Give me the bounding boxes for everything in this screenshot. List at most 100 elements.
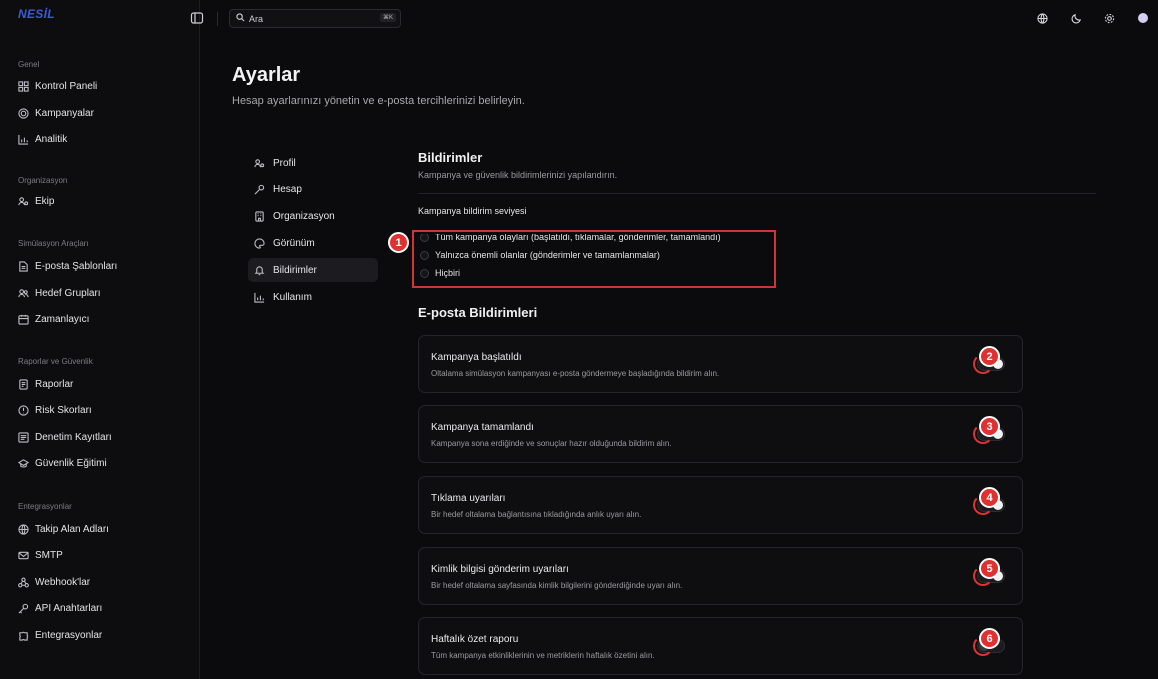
- annotation-badge: 4: [979, 487, 1000, 508]
- sidebar-item-smtp[interactable]: SMTP: [14, 545, 190, 565]
- card-description: Kampanya sona erdiğinde ve sonuçlar hazı…: [431, 439, 672, 448]
- settings-nav-label: Hesap: [273, 183, 302, 195]
- topbar: Ara ⌘K: [190, 0, 1158, 36]
- palette-icon: [254, 237, 265, 249]
- globe-icon: [18, 523, 29, 535]
- sidebar-item-webhooklar[interactable]: Webhook'lar: [14, 572, 190, 592]
- gear-icon[interactable]: [1102, 11, 1116, 25]
- card-title: Kimlik bilgisi gönderim uyarıları: [431, 564, 569, 575]
- mail-icon: [18, 550, 29, 561]
- card-description: Oltalama simülasyon kampanyası e-posta g…: [431, 369, 720, 378]
- sidebar-item-label: Hedef Grupları: [35, 287, 101, 299]
- sidebar-item-label: SMTP: [35, 549, 63, 561]
- settings-nav-label: Organizasyon: [273, 210, 335, 222]
- notification-card-credential-alerts: Kimlik bilgisi gönderim uyarıları Bir he…: [418, 547, 1023, 605]
- card-description: Tüm kampanya etkinliklerinin ve metrikle…: [431, 651, 655, 660]
- settings-nav-label: Profil: [273, 157, 296, 169]
- sidebar-item-takip-alan-adlari[interactable]: Takip Alan Adları: [14, 519, 190, 539]
- card-title: Kampanya tamamlandı: [431, 422, 534, 433]
- search-icon: [236, 13, 245, 24]
- search-input[interactable]: Ara ⌘K: [229, 9, 401, 28]
- settings-nav-bildirimler[interactable]: Bildirimler: [248, 258, 378, 282]
- globe-icon[interactable]: [1035, 11, 1049, 25]
- annotation-badge: 6: [979, 628, 1000, 649]
- sidebar-item-raporlar[interactable]: Raporlar: [14, 374, 190, 394]
- settings-nav-label: Bildirimler: [273, 264, 317, 276]
- sidebar-item-ekip[interactable]: Ekip: [14, 191, 190, 211]
- webhook-icon: [18, 577, 29, 588]
- section-divider: [418, 193, 1096, 194]
- brand-logo[interactable]: NESİL: [18, 7, 55, 21]
- sidebar-section-title: Genel: [18, 60, 40, 69]
- sidebar-item-denetim-kayitlari[interactable]: Denetim Kayıtları: [14, 427, 190, 447]
- sidebar-item-label: Risk Skorları: [35, 404, 92, 416]
- sidebar-item-entegrasyonlar[interactable]: Entegrasyonlar: [14, 625, 190, 645]
- sidebar-section-title: Organizasyon: [18, 176, 68, 185]
- search-placeholder: Ara: [249, 13, 264, 24]
- sidebar-section-title: Simülasyon Araçları: [18, 239, 89, 248]
- page-subtitle: Hesap ayarlarınızı yönetin ve e-posta te…: [232, 95, 525, 107]
- notifications-subtitle: Kampanya ve güvenlik bildirimlerinizi ya…: [418, 170, 618, 180]
- settings-nav-organizasyon[interactable]: Organizasyon: [248, 204, 378, 228]
- notification-card-weekly-summary: Haftalık özet raporu Tüm kampanya etkinl…: [418, 617, 1023, 675]
- sidebar-section-title: Entegrasyonlar: [18, 502, 72, 511]
- bell-icon: [254, 265, 265, 276]
- file-icon: [18, 260, 29, 272]
- user-icon: [254, 158, 265, 169]
- sidebar-item-label: API Anahtarları: [35, 602, 103, 614]
- sidebar-item-label: Denetim Kayıtları: [35, 431, 112, 443]
- annotation-badge: 2: [979, 346, 1000, 367]
- annotation-badge: 5: [979, 558, 1000, 579]
- puzzle-icon: [18, 630, 29, 641]
- sidebar-item-guvenlik-egitimi[interactable]: Güvenlik Eğitimi: [14, 453, 190, 473]
- sidebar-item-label: E-posta Şablonları: [35, 260, 118, 272]
- sidebar-item-label: Kontrol Paneli: [35, 80, 98, 92]
- settings-nav-label: Kullanım: [273, 291, 312, 303]
- settings-nav-gorunum[interactable]: Görünüm: [248, 231, 378, 255]
- notification-card-campaign-completed: Kampanya tamamlandı Kampanya sona erdiği…: [418, 405, 1023, 463]
- sidebar-item-api-anahtarlari[interactable]: API Anahtarları: [14, 598, 190, 618]
- sidebar-item-risk-skorlari[interactable]: Risk Skorları: [14, 400, 190, 420]
- sidebar-item-label: Güvenlik Eğitimi: [35, 457, 107, 469]
- notification-card-campaign-started: Kampanya başlatıldı Oltalama simülasyon …: [418, 335, 1023, 393]
- sidebar-item-label: Analitik: [35, 133, 68, 145]
- users-icon: [18, 196, 29, 207]
- settings-nav-hesap[interactable]: Hesap: [248, 177, 378, 201]
- highlight-box: [412, 230, 776, 288]
- sidebar: NESİL Genel Kontrol Paneli Kampanyalar A…: [0, 0, 200, 679]
- sidebar-item-analitik[interactable]: Analitik: [14, 129, 190, 149]
- notifications-title: Bildirimler: [418, 150, 483, 165]
- annotation-badge: 3: [979, 416, 1000, 437]
- sidebar-item-label: Zamanlayıcı: [35, 313, 90, 325]
- sidebar-item-e-posta-sablonlari[interactable]: E-posta Şablonları: [14, 256, 190, 276]
- sidebar-item-label: Webhook'lar: [35, 576, 91, 588]
- calendar-icon: [18, 314, 29, 325]
- sidebar-toggle-icon[interactable]: [190, 11, 204, 25]
- card-title: Kampanya başlatıldı: [431, 352, 522, 363]
- sidebar-section-title: Raporlar ve Güvenlik: [18, 357, 93, 366]
- settings-nav-kullanim[interactable]: Kullanım: [248, 285, 378, 309]
- notification-card-click-alerts: Tıklama uyarıları Bir hedef oltalama bağ…: [418, 476, 1023, 534]
- moon-icon[interactable]: [1069, 11, 1083, 25]
- settings-nav-profil[interactable]: Profil: [248, 151, 378, 175]
- sidebar-item-hedef-gruplari[interactable]: Hedef Grupları: [14, 283, 190, 303]
- sidebar-item-zamanlayici[interactable]: Zamanlayıcı: [14, 309, 190, 329]
- topbar-divider: [217, 12, 218, 26]
- avatar[interactable]: [1138, 13, 1148, 23]
- card-title: Haftalık özet raporu: [431, 634, 519, 645]
- key-icon: [254, 184, 265, 195]
- annotation-badge: 1: [388, 232, 409, 253]
- chart-icon: [18, 134, 29, 145]
- chart-icon: [254, 292, 265, 303]
- notification-level-label: Kampanya bildirim seviyesi: [418, 206, 527, 216]
- key-icon: [18, 603, 29, 614]
- report-icon: [18, 378, 29, 390]
- card-description: Bir hedef oltalama bağlantısına tıkladığ…: [431, 510, 642, 519]
- group-icon: [18, 288, 29, 299]
- card-description: Bir hedef oltalama sayfasında kimlik bil…: [431, 581, 683, 590]
- email-notifications-title: E-posta Bildirimleri: [418, 305, 538, 320]
- sidebar-item-kampanyalar[interactable]: Kampanyalar: [14, 103, 190, 123]
- graduation-icon: [18, 458, 29, 469]
- card-title: Tıklama uyarıları: [431, 493, 506, 504]
- sidebar-item-kontrol-paneli[interactable]: Kontrol Paneli: [14, 76, 190, 96]
